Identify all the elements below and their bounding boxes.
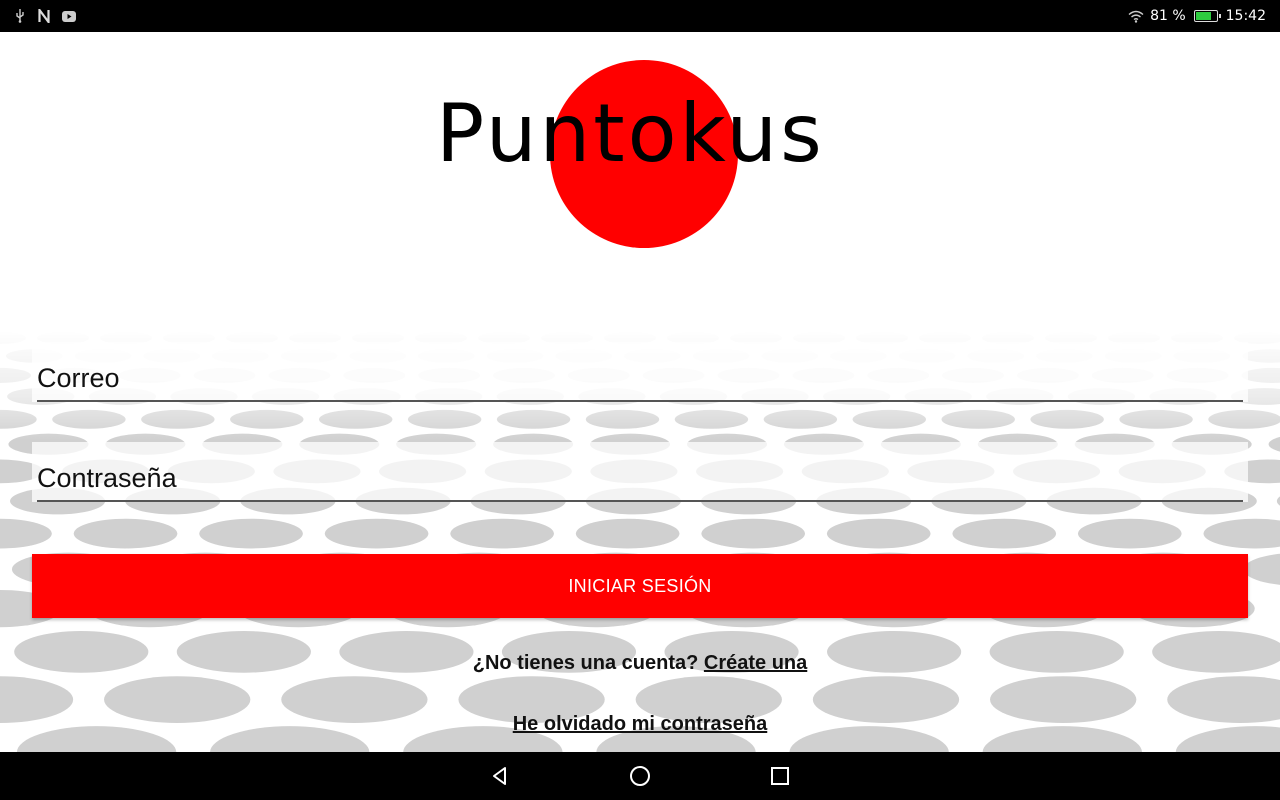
login-button[interactable]: INICIAR SESIÓN	[32, 554, 1248, 618]
pattern-dot	[701, 518, 805, 549]
pattern-dot	[450, 518, 554, 549]
clock: 15:42	[1225, 8, 1266, 24]
usb-icon	[14, 9, 26, 23]
email-input[interactable]	[37, 356, 1243, 402]
register-prompt-line: ¿No tienes una cuenta? Créate una	[0, 652, 1280, 675]
pattern-dot	[826, 518, 931, 549]
back-triangle-icon[interactable]	[480, 756, 520, 796]
pattern-dot	[0, 518, 52, 549]
login-screen: 81 % 15:42 Puntokus INICIAR SESIÓN ¿No t…	[0, 0, 1280, 800]
login-button-label: INICIAR SESIÓN	[568, 575, 712, 596]
n-notification-icon	[38, 9, 50, 23]
battery-icon	[1193, 10, 1221, 22]
home-circle-icon[interactable]	[620, 756, 660, 796]
battery-percent: 81 %	[1150, 8, 1186, 24]
battery-level	[1195, 12, 1211, 20]
navigation-bar	[0, 752, 1280, 800]
logo-text: Puntokus	[436, 87, 825, 180]
register-link[interactable]: Créate una	[704, 652, 807, 674]
password-field-container	[32, 442, 1248, 502]
recents-square-icon[interactable]	[760, 756, 800, 796]
status-left	[0, 9, 76, 23]
pattern-dot	[199, 518, 303, 549]
pattern-dot	[1077, 518, 1182, 549]
app-logo: Puntokus	[430, 58, 850, 258]
email-field-container	[32, 342, 1248, 402]
pattern-dot	[324, 518, 429, 549]
youtube-icon	[62, 10, 76, 22]
register-prompt-text: ¿No tienes una cuenta?	[472, 652, 704, 674]
pattern-dot	[575, 518, 680, 549]
status-bar: 81 % 15:42	[0, 0, 1280, 32]
pattern-dot	[952, 518, 1057, 549]
pattern-dot	[1243, 553, 1280, 585]
password-input[interactable]	[37, 456, 1243, 502]
status-right: 81 % 15:42	[1128, 8, 1280, 24]
forgot-password-link[interactable]: He olvidado mi contraseña	[513, 713, 768, 735]
forgot-password-line: He olvidado mi contraseña	[0, 713, 1280, 736]
pattern-dot	[1203, 518, 1280, 549]
pattern-dot	[73, 518, 178, 549]
wifi-icon	[1128, 10, 1144, 23]
